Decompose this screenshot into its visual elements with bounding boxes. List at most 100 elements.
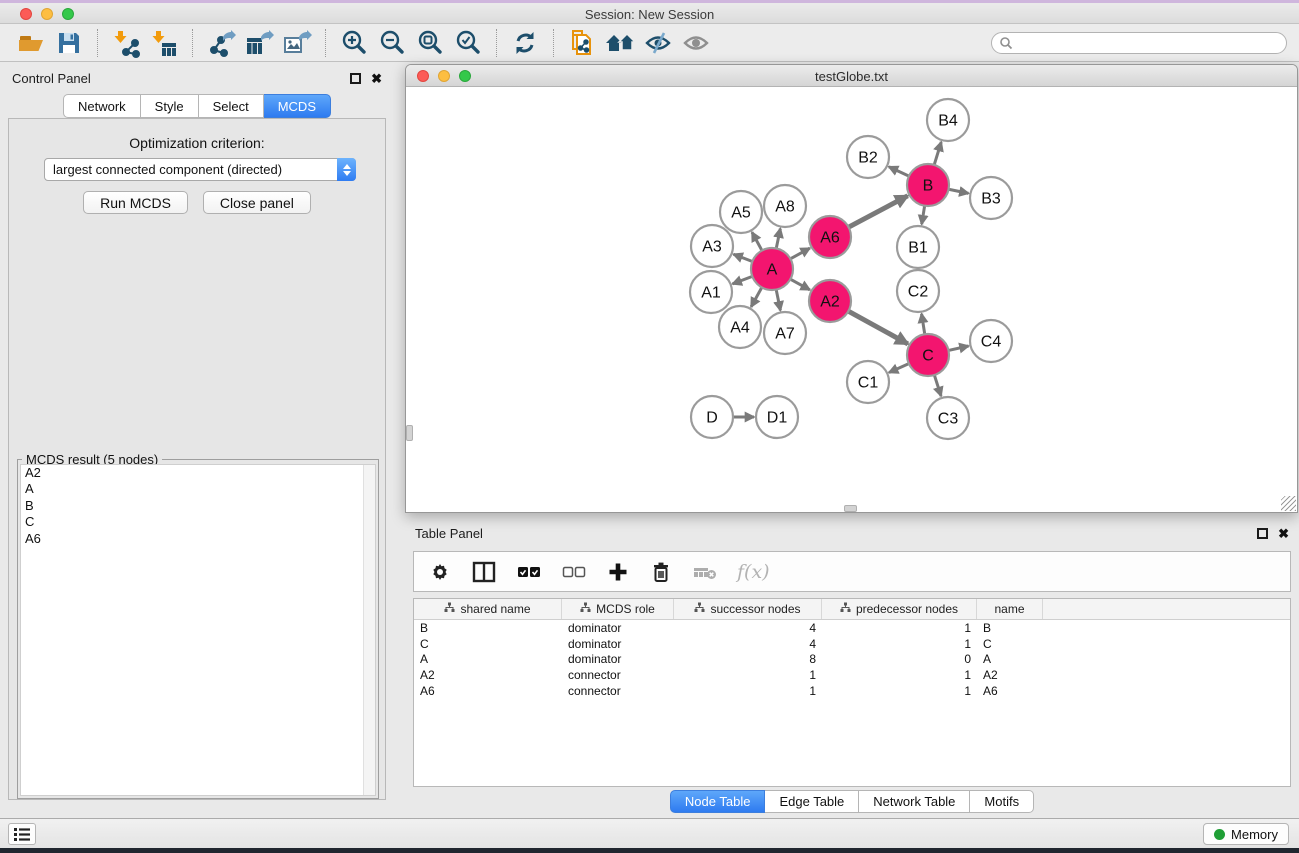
mcds-result-list[interactable]: A2ABCA6 (20, 464, 376, 796)
column-header-shared-name[interactable]: shared name (414, 599, 562, 619)
graph-edge-B-B3[interactable] (949, 189, 969, 193)
window-resize-grip[interactable] (1281, 496, 1296, 511)
table-cell[interactable]: connector (562, 684, 674, 698)
graph-edge-A-A1[interactable] (733, 276, 753, 283)
graph-edge-B-B2[interactable] (889, 167, 909, 176)
table-cell[interactable]: 1 (674, 684, 822, 698)
choose-columns-icon[interactable] (471, 560, 497, 584)
graph-edge-A-A3[interactable] (733, 254, 752, 261)
search-field[interactable] (991, 32, 1287, 54)
table-cell[interactable]: C (977, 637, 1043, 651)
export-image-icon[interactable] (281, 28, 313, 58)
table-row[interactable]: A6connector11A6 (414, 683, 1290, 699)
function-builder-icon[interactable]: f(x) (737, 561, 770, 583)
tab-edge-table[interactable]: Edge Table (765, 790, 859, 813)
graph-edge-C-C1[interactable] (889, 364, 909, 373)
zoom-fit-icon[interactable] (414, 28, 446, 58)
table-cell[interactable]: 1 (822, 684, 977, 698)
tab-mcds[interactable]: MCDS (264, 94, 331, 118)
graph-edge-A6-B[interactable] (849, 196, 908, 227)
import-network-icon[interactable] (110, 28, 142, 58)
table-cell[interactable]: B (414, 621, 562, 635)
table-cell[interactable]: 4 (674, 621, 822, 635)
delete-column-icon[interactable] (649, 560, 673, 584)
graph-edge-A-A7[interactable] (776, 290, 780, 311)
float-table-panel-icon[interactable] (1257, 528, 1268, 539)
home-icon[interactable] (604, 28, 636, 58)
memory-button[interactable]: Memory (1203, 823, 1289, 845)
zoom-selected-icon[interactable] (452, 28, 484, 58)
float-panel-icon[interactable] (350, 73, 361, 84)
mcds-result-item[interactable]: C (21, 514, 375, 530)
table-row[interactable]: A2connector11A2 (414, 667, 1290, 683)
import-table-icon[interactable] (148, 28, 180, 58)
export-table-icon[interactable] (243, 28, 275, 58)
mcds-result-item[interactable]: B (21, 498, 375, 514)
graph-edge-A-A5[interactable] (752, 232, 762, 250)
search-input[interactable] (1013, 34, 1286, 52)
tab-style[interactable]: Style (141, 94, 199, 118)
criterion-dropdown[interactable]: largest connected component (directed) (44, 158, 356, 181)
horizontal-scrollbar-thumb[interactable] (844, 505, 857, 512)
network-window-titlebar[interactable]: testGlobe.txt (406, 65, 1297, 87)
table-cell[interactable]: A6 (414, 684, 562, 698)
network-graph[interactable]: B4B2BB3A5A8A6A3B1AA1C2A2A4A7C4CC1C3DD1 (406, 87, 1297, 512)
graph-edge-A-A8[interactable] (776, 229, 780, 249)
deselect-all-icon[interactable] (561, 560, 587, 584)
table-cell[interactable]: A (977, 652, 1043, 666)
table-cell[interactable]: A (414, 652, 562, 666)
save-session-icon[interactable] (53, 28, 85, 58)
zoom-in-icon[interactable] (338, 28, 370, 58)
export-network-icon[interactable] (205, 28, 237, 58)
table-cell[interactable]: A6 (977, 684, 1043, 698)
refresh-icon[interactable] (509, 28, 541, 58)
vertical-scrollbar-thumb[interactable] (406, 425, 413, 441)
table-row[interactable]: Cdominator41C (414, 636, 1290, 652)
tab-network[interactable]: Network (63, 94, 141, 118)
table-cell[interactable]: 0 (822, 652, 977, 666)
column-header-successor-nodes[interactable]: successor nodes (674, 599, 822, 619)
table-cell[interactable]: 1 (822, 637, 977, 651)
graph-edge-C-C2[interactable] (922, 314, 925, 335)
close-table-panel-icon[interactable]: ✖ (1278, 528, 1289, 539)
column-header-predecessor-nodes[interactable]: predecessor nodes (822, 599, 977, 619)
close-panel-button[interactable]: Close panel (203, 191, 311, 214)
table-row[interactable]: Bdominator41B (414, 620, 1290, 636)
graph-edge-C-C3[interactable] (934, 375, 941, 396)
table-cell[interactable]: connector (562, 668, 674, 682)
hide-details-icon[interactable] (642, 28, 674, 58)
mcds-result-item[interactable]: A (21, 481, 375, 497)
clone-network-icon[interactable] (566, 28, 598, 58)
tab-network-table[interactable]: Network Table (859, 790, 970, 813)
delete-table-icon[interactable] (692, 560, 718, 584)
tab-motifs[interactable]: Motifs (970, 790, 1034, 813)
graph-edge-B-B1[interactable] (922, 206, 925, 225)
graph-edge-A-A4[interactable] (751, 287, 762, 306)
tab-node-table[interactable]: Node Table (670, 790, 766, 813)
table-cell[interactable]: 1 (674, 668, 822, 682)
table-cell[interactable]: 4 (674, 637, 822, 651)
table-row[interactable]: Adominator80A (414, 652, 1290, 668)
table-cell[interactable]: 1 (822, 668, 977, 682)
scrollbar-track[interactable] (363, 465, 375, 795)
table-cell[interactable]: dominator (562, 652, 674, 666)
graph-edge-B-B4[interactable] (934, 142, 941, 165)
graph-edge-A2-C[interactable] (848, 311, 907, 344)
table-cell[interactable]: dominator (562, 621, 674, 635)
tab-select[interactable]: Select (199, 94, 264, 118)
column-header-name[interactable]: name (977, 599, 1043, 619)
graph-edge-A-A2[interactable] (790, 279, 809, 290)
mcds-result-item[interactable]: A2 (21, 465, 375, 481)
open-file-icon[interactable] (15, 28, 47, 58)
table-cell[interactable]: dominator (562, 637, 674, 651)
task-history-button[interactable] (8, 823, 36, 845)
table-cell[interactable]: A2 (414, 668, 562, 682)
table-cell[interactable]: 8 (674, 652, 822, 666)
show-details-icon[interactable] (680, 28, 712, 58)
graph-edge-A-A6[interactable] (790, 248, 809, 259)
table-cell[interactable]: C (414, 637, 562, 651)
settings-gear-icon[interactable] (428, 560, 452, 584)
table-cell[interactable]: B (977, 621, 1043, 635)
table-cell[interactable]: A2 (977, 668, 1043, 682)
close-panel-icon[interactable]: ✖ (371, 73, 382, 84)
